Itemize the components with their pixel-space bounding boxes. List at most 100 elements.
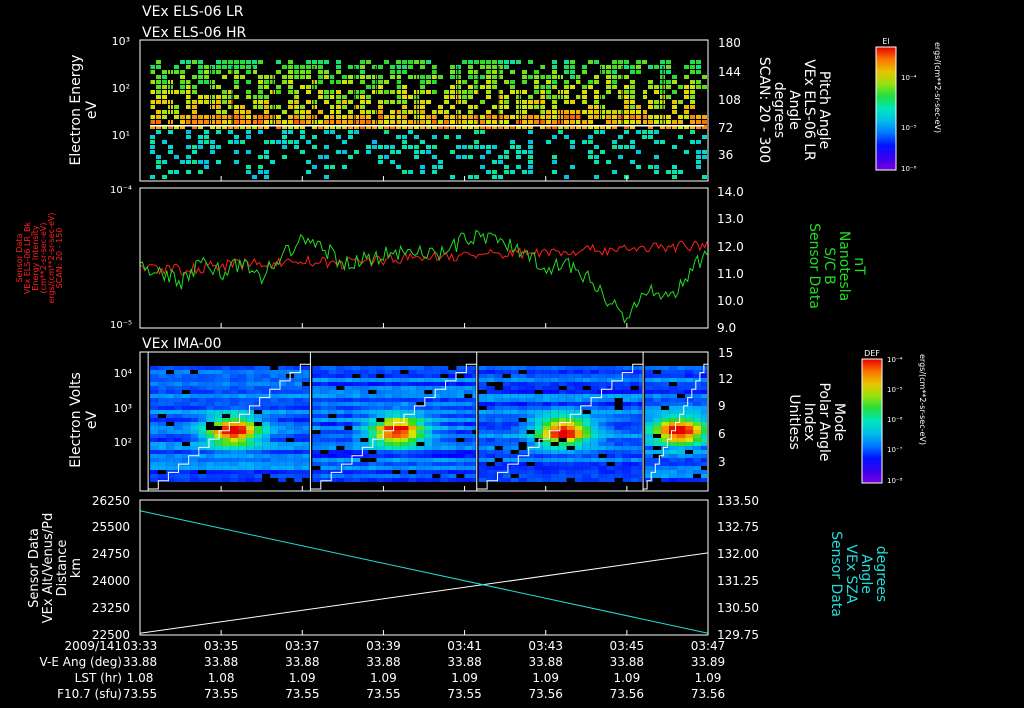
ima-cell: [693, 462, 702, 466]
ima-cell: [685, 462, 694, 466]
els-cell: [174, 110, 179, 114]
ima-cell: [302, 374, 310, 378]
els-cell: [588, 85, 593, 89]
ima-cell: [294, 438, 303, 442]
ima-cell: [150, 366, 159, 370]
ima-cell: [230, 434, 239, 438]
ima-cell: [582, 454, 591, 458]
els-cell: [234, 95, 239, 99]
ima-cell: [320, 462, 329, 466]
els-cell: [240, 140, 245, 144]
ima-cell: [312, 438, 321, 442]
ima-cell: [312, 386, 321, 390]
ima-cell: [432, 474, 441, 478]
els-cell: [456, 100, 461, 104]
els-cell: [456, 90, 461, 94]
ima-cell: [472, 374, 476, 378]
ima-cell: [598, 398, 607, 402]
ima-cell: [606, 394, 615, 398]
ima-cell: [400, 390, 409, 394]
ima-cell: [638, 434, 643, 438]
ima-cell: [494, 474, 503, 478]
ima-cell: [645, 406, 654, 410]
els-cell: [150, 70, 155, 74]
ima-cell: [456, 434, 465, 438]
els-cell: [342, 100, 347, 104]
ima-cell: [432, 446, 441, 450]
els-cell: [480, 165, 485, 169]
els-cell: [180, 160, 185, 164]
ima-cell: [384, 390, 393, 394]
footer-f107-value: 73.55: [366, 687, 400, 701]
ima-cell: [614, 370, 623, 374]
ima-cell: [478, 398, 487, 402]
els-cell: [408, 75, 413, 79]
p4-rlabel-line2: VEx SZA: [843, 544, 859, 604]
els-cell: [612, 170, 617, 174]
ima-cell: [238, 366, 247, 370]
els-cell: [552, 100, 557, 104]
ima-cell: [701, 382, 707, 386]
ima-cell: [198, 370, 207, 374]
ima-cell: [302, 438, 310, 442]
ima-cell: [344, 422, 353, 426]
els-cell: [324, 120, 329, 124]
ima-cell: [408, 454, 417, 458]
ima-cell: [440, 434, 449, 438]
ima-cell: [312, 366, 321, 370]
els-cell: [258, 120, 263, 124]
ima-cell: [677, 434, 686, 438]
ima-cell: [669, 446, 678, 450]
ima-cell: [582, 374, 591, 378]
ima-cell: [222, 474, 231, 478]
els-cell: [324, 130, 329, 134]
ima-cell: [182, 390, 191, 394]
ima-cell: [510, 478, 519, 482]
ima-cell: [478, 442, 487, 446]
ima-cell: [582, 446, 591, 450]
ima-cell: [302, 474, 310, 478]
els-cell: [522, 100, 527, 104]
ima-cell: [638, 474, 643, 478]
els-cell: [330, 165, 335, 169]
ima-cell: [440, 422, 449, 426]
ima-cell: [230, 370, 239, 374]
ima-cell: [669, 410, 678, 414]
ima-cell: [472, 474, 476, 478]
ima-cell: [230, 442, 239, 446]
ima-cell: [384, 386, 393, 390]
els-cell: [606, 75, 611, 79]
ima-cell: [622, 422, 631, 426]
ima-cell: [344, 474, 353, 478]
ima-cell: [622, 434, 631, 438]
ima-cell: [286, 462, 295, 466]
ima-cell: [502, 402, 511, 406]
ima-cell: [478, 406, 487, 410]
ima-cell: [645, 422, 654, 426]
ima-cell: [424, 426, 433, 430]
ima-cell: [653, 374, 662, 378]
els-cell: [636, 165, 641, 169]
ima-cell: [384, 378, 393, 382]
ima-cell: [502, 434, 511, 438]
ima-cell: [494, 378, 503, 382]
ima-cell: [174, 414, 183, 418]
ima-cell: [262, 374, 271, 378]
ima-cell: [464, 390, 473, 394]
ima-cell: [336, 394, 345, 398]
els-cell: [252, 175, 257, 179]
figure-canvas: VEx ELS-06 LR VEx ELS-06 HR VEx IMA-00 1…: [0, 0, 1024, 708]
els-cell: [660, 60, 665, 64]
els-cell: [594, 80, 599, 84]
ima-cell: [360, 378, 369, 382]
ima-cell: [526, 430, 535, 434]
ima-cell: [614, 430, 623, 434]
ima-cell: [424, 402, 433, 406]
ima-cell: [502, 378, 511, 382]
ima-cell: [542, 370, 551, 374]
ima-cell: [166, 390, 175, 394]
ima-cell: [550, 370, 559, 374]
ima-cell: [677, 462, 686, 466]
ima-cell: [598, 418, 607, 422]
ima-cell: [669, 414, 678, 418]
